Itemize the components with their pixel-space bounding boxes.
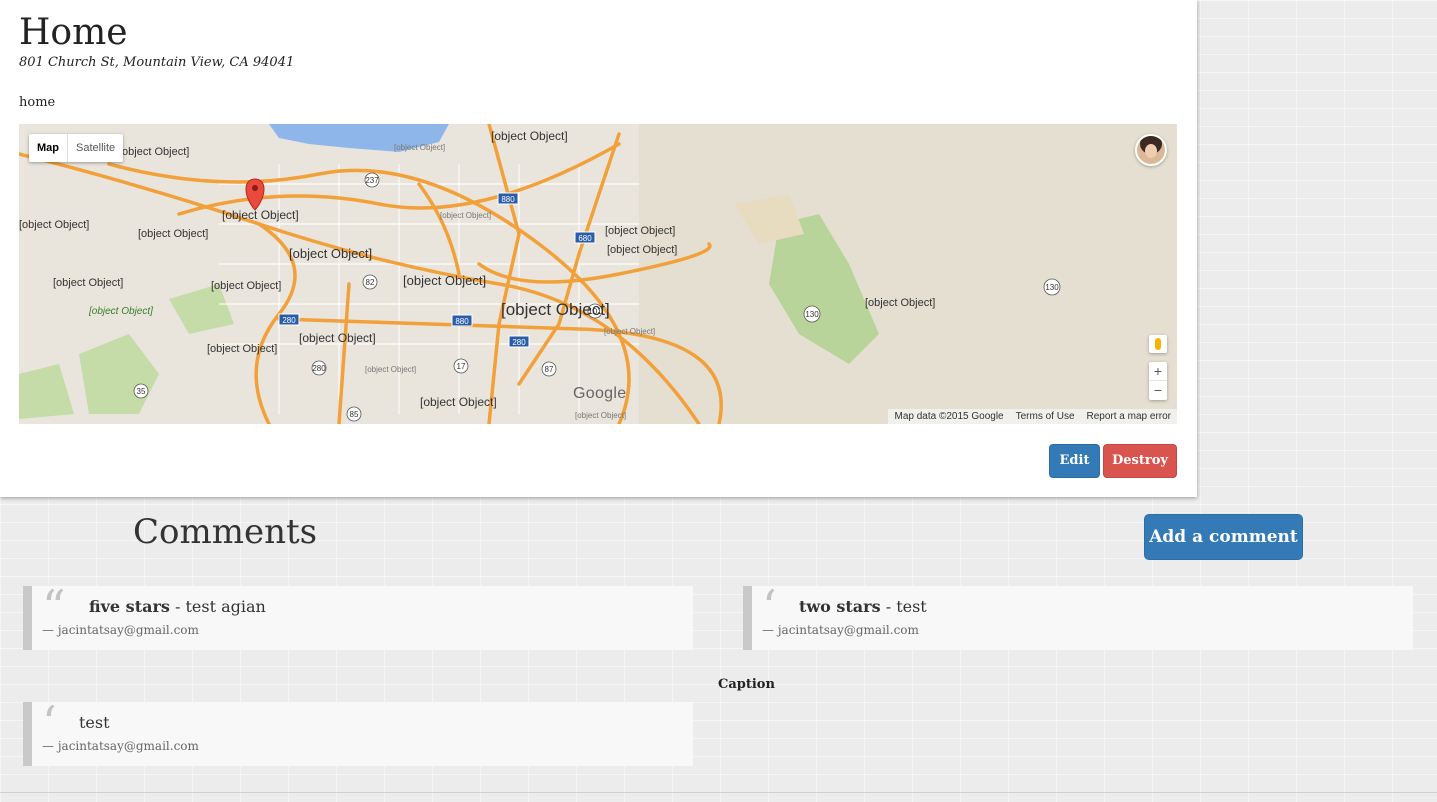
place-card: Home 801 Church St, Mountain View, CA 94…: [0, 0, 1197, 497]
zoom-out-button[interactable]: −: [1149, 381, 1167, 400]
comment-rating: two stars: [799, 597, 881, 616]
report-error-link[interactable]: Report a map error: [1087, 411, 1171, 422]
label-mt-hamilton: [object Object]: [865, 297, 935, 309]
shield-17: 17: [453, 358, 469, 374]
map-canvas[interactable]: 237 880 680 82 101 280 880 280 280 85 17…: [19, 124, 1177, 424]
park-area-west: [79, 334, 159, 414]
footer-divider: [0, 792, 1437, 793]
park-area-southwest: [19, 364, 74, 419]
location-pin[interactable]: [245, 178, 265, 211]
shield-85-2: 85: [19, 124, 24, 126]
shield-237: 237: [364, 172, 380, 188]
comment-body: test: [79, 713, 110, 732]
label-loyola: [object Object]: [211, 280, 281, 292]
comment-body: two stars - test: [799, 597, 927, 616]
page-title: Home: [19, 12, 128, 53]
destroy-button[interactable]: Destroy: [1103, 444, 1177, 478]
label-alviso: [object Object]: [394, 143, 445, 152]
label-santa-clara: [object Object]: [403, 273, 486, 288]
pegman-icon[interactable]: [1149, 335, 1167, 353]
comment-item: “ five stars - test agian — jacintatsay@…: [23, 584, 693, 650]
svg-text:85: 85: [350, 410, 359, 419]
map[interactable]: 237 880 680 82 101 280 880 280 280 85 17…: [19, 124, 1177, 424]
shield-87: 87: [541, 361, 557, 377]
edit-button[interactable]: Edit: [1049, 444, 1100, 478]
svg-text:35: 35: [137, 387, 146, 396]
label-stanford: [object Object]: [119, 146, 189, 158]
terms-link[interactable]: Terms of Use: [1016, 411, 1075, 422]
zoom-control: + −: [1149, 362, 1167, 400]
svg-text:880: 880: [455, 317, 469, 326]
shield-35: 35: [133, 383, 149, 399]
label-east-foothills: [object Object]: [605, 225, 675, 237]
shield-82: 82: [362, 274, 378, 290]
label-cupertino: [object Object]: [299, 331, 376, 345]
svg-text:280: 280: [282, 316, 296, 325]
comments-heading: Comments: [133, 512, 318, 552]
label-rancho: [object Object]: [88, 306, 153, 317]
comment-item: ‘ test — jacintatsay@gmail.com: [23, 700, 693, 766]
comment-item: ‘ two stars - test — jacintatsay@gmail.c…: [743, 584, 1413, 650]
comment-text: test agian: [185, 597, 266, 616]
label-north-san-jose: [object Object]: [440, 211, 491, 220]
svg-text:680: 680: [578, 234, 592, 243]
label-permanente: [object Object]: [207, 343, 277, 355]
location-pin-dot: [252, 185, 258, 191]
map-type-map-button[interactable]: Map: [29, 134, 67, 162]
label-los-trancos: [object Object]: [53, 277, 123, 289]
label-sunnyvale: [object Object]: [289, 246, 372, 261]
hills-area: [639, 124, 1177, 424]
svg-text:280: 280: [312, 364, 326, 373]
map-type-control: Map Satellite: [29, 134, 124, 162]
shield-880: 880: [497, 192, 519, 205]
svg-text:880: 880: [501, 195, 515, 204]
label-west-valley: [object Object]: [365, 365, 416, 374]
svg-text:17: 17: [457, 362, 466, 371]
comment-text: test: [896, 597, 927, 616]
comment-author: — jacintatsay@gmail.com: [42, 623, 199, 637]
caption-label: Caption: [718, 677, 775, 692]
shield-280-2: 280: [508, 335, 530, 348]
svg-text:237: 237: [365, 176, 379, 185]
svg-text:87: 87: [545, 365, 554, 374]
shield-130-2: 130: [803, 305, 821, 323]
google-logo: Google: [573, 385, 627, 402]
comment-author: — jacintatsay@gmail.com: [762, 623, 919, 637]
svg-text:130: 130: [805, 310, 819, 319]
label-los-altos-hills: [object Object]: [138, 228, 208, 240]
label-east-san-jose: [object Object]: [604, 327, 655, 336]
label-milpitas: [object Object]: [491, 129, 568, 143]
shield-280-3: 280: [311, 360, 327, 376]
label-south-san-jose: [object Object]: [575, 411, 626, 420]
label-campbell: [object Object]: [420, 395, 497, 409]
svg-text:85: 85: [19, 124, 24, 126]
comment-author: — jacintatsay@gmail.com: [42, 739, 199, 753]
comment-text: test: [79, 713, 110, 732]
shield-130: 130: [1043, 278, 1061, 296]
label-alum-rock: [object Object]: [607, 244, 677, 256]
label-portola-valley: [object Object]: [19, 219, 89, 231]
label-mountain-view: [object Object]: [222, 208, 299, 222]
comment-rating: five stars: [89, 597, 170, 616]
svg-text:82: 82: [366, 278, 375, 287]
place-address: 801 Church St, Mountain View, CA 94041: [19, 55, 295, 70]
shield-880-2: 880: [451, 314, 473, 327]
map-type-satellite-button[interactable]: Satellite: [67, 134, 123, 162]
place-description: home: [19, 95, 56, 110]
shield-85: 85: [346, 406, 362, 422]
shield-680: 680: [574, 231, 596, 244]
map-attribution: Map data ©2015 Google Terms of Use Repor…: [888, 409, 1177, 424]
zoom-in-button[interactable]: +: [1149, 362, 1167, 381]
label-san-jose: [object Object]: [501, 300, 610, 319]
svg-text:280: 280: [512, 338, 526, 347]
add-comment-button[interactable]: Add a comment: [1144, 514, 1303, 560]
comment-body: five stars - test agian: [89, 597, 266, 616]
user-avatar[interactable]: [1135, 134, 1167, 166]
map-data-credit: Map data ©2015 Google: [894, 411, 1004, 422]
shield-280: 280: [278, 313, 300, 326]
svg-text:130: 130: [1045, 283, 1059, 292]
